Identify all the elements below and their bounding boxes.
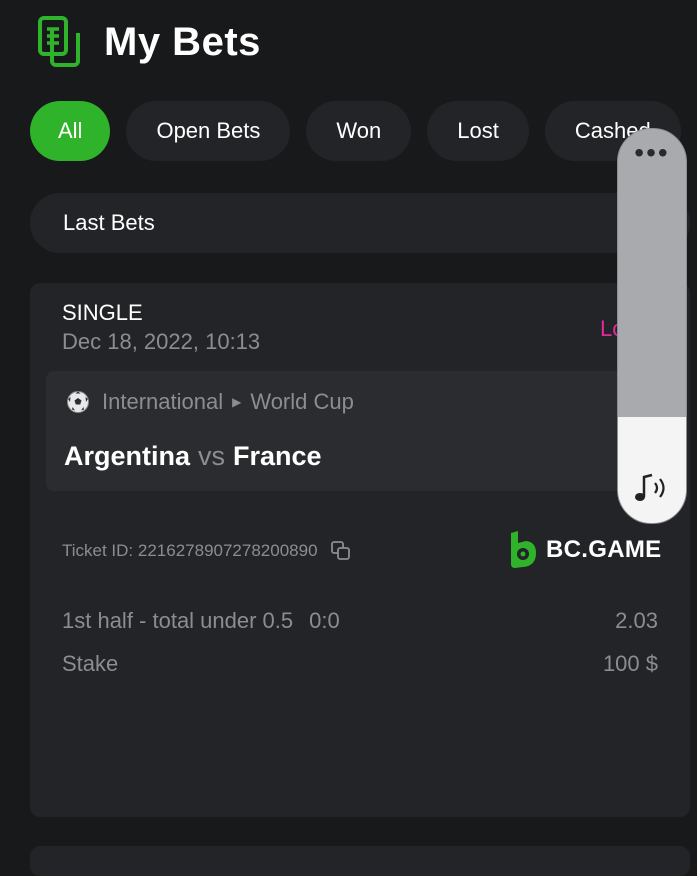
vs-label: vs (198, 441, 226, 471)
brand-name: BC.GAME (546, 536, 662, 563)
caret-right-icon: ▶ (232, 395, 242, 409)
match-teams: Argentina vs France (64, 441, 322, 472)
league-tournament: World Cup (250, 389, 354, 414)
volume-level-fill (618, 416, 686, 523)
more-options-icon[interactable]: ••• (618, 139, 686, 167)
odds-value: 2.03 (615, 608, 658, 633)
last-bets-label: Last Bets (63, 210, 155, 235)
soccer-ball-icon (67, 391, 89, 413)
away-team: France (233, 441, 322, 471)
match-info[interactable]: International ▶ World Cup Argentina vs Fra… (46, 371, 666, 491)
market-row: 1st half - total under 0.5 0:0 2.03 (62, 608, 658, 634)
last-bets-selector[interactable]: Last Bets ▾ (30, 193, 690, 253)
ticket-id: 2216278907278200890 (137, 541, 318, 560)
brand-logo: BC.GAME (508, 531, 661, 569)
document-icon (38, 16, 80, 67)
music-volume-icon (635, 473, 665, 501)
bet-type: SINGLE (62, 300, 143, 325)
tab-lost[interactable]: Lost (427, 101, 529, 161)
tab-won[interactable]: Won (306, 101, 412, 161)
page-header: My Bets (38, 14, 261, 70)
filter-tabs: All Open Bets Won Lost Cashed (30, 101, 697, 161)
home-team: Argentina (64, 441, 191, 471)
bc-game-logo-icon (511, 531, 536, 568)
stake-value: 100 $ (602, 651, 658, 676)
league-country: International (102, 389, 224, 414)
tab-all[interactable]: All (30, 101, 111, 161)
market-name: 1st half - total under 0.5 (62, 608, 294, 633)
stake-row: Stake 100 $ (62, 651, 658, 677)
copy-icon[interactable] (330, 540, 352, 562)
page-title: My Bets (104, 19, 261, 64)
market-score: 0:0 (309, 608, 340, 633)
tab-open-bets[interactable]: Open Bets (126, 101, 291, 161)
stake-label: Stake (62, 651, 119, 676)
bet-date: Dec 18, 2022, 10:13 (62, 329, 261, 354)
volume-slider[interactable]: ••• (617, 128, 687, 524)
ticket-id-row: Ticket ID: 2216278907278200890 (62, 540, 352, 562)
ticket-label: Ticket ID: (62, 541, 134, 560)
bet-card[interactable]: SINGLE Dec 18, 2022, 10:13 Lost Internat… (30, 283, 690, 817)
next-bet-card[interactable] (30, 846, 690, 876)
league-breadcrumb: International ▶ World Cup (66, 389, 354, 415)
